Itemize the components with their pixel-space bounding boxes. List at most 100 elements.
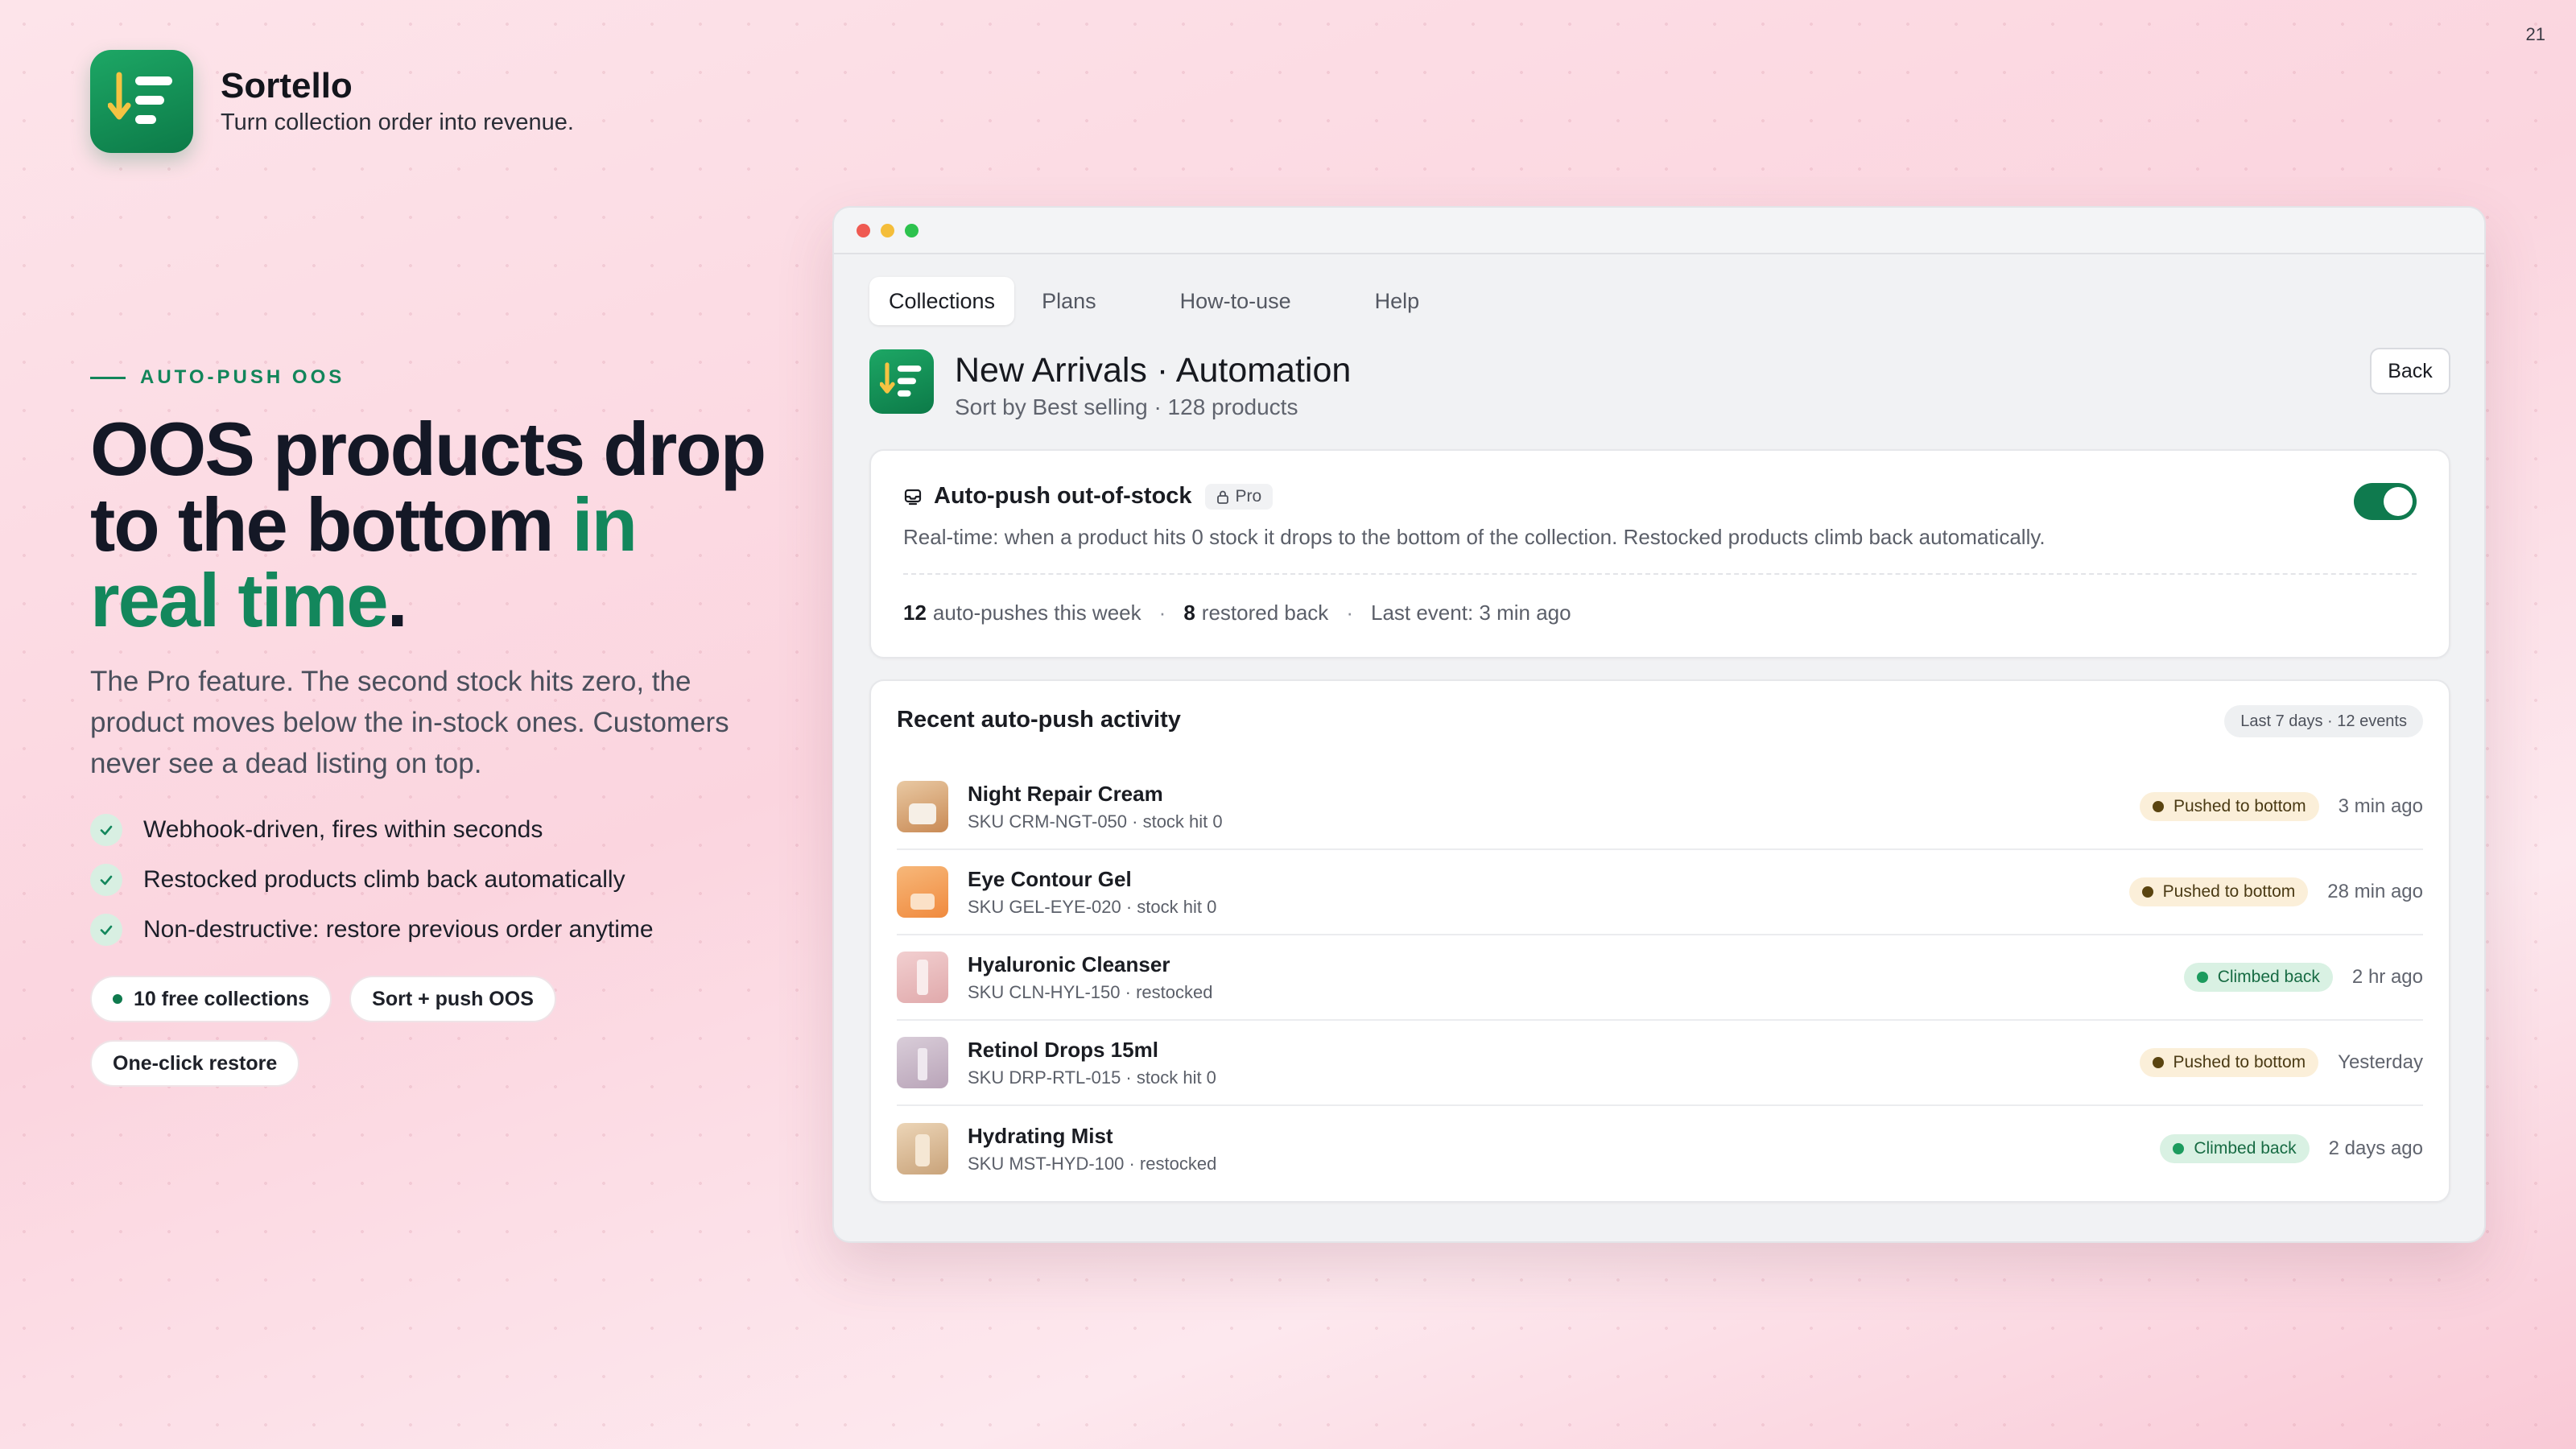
activity-row[interactable]: Retinol Drops 15ml SKU DRP-RTL-015 · sto… (897, 1021, 2423, 1106)
feature-item: Restocked products climb back automatica… (90, 855, 782, 905)
product-sku: SKU CRM-NGT-050 · stock hit 0 (968, 811, 1223, 832)
activity-title: Recent auto-push activity (897, 707, 1181, 733)
product-thumbnail (897, 781, 948, 832)
window-maximize-button[interactable] (905, 223, 919, 237)
auto-push-settings-card: Auto-push out-of-stock Pro Real-time: wh… (869, 449, 2450, 658)
event-time: 3 min ago (2338, 795, 2423, 817)
lock-icon (1216, 489, 1229, 504)
brand-header: Sortello Turn collection order into reve… (90, 50, 574, 153)
pro-badge: Pro (1204, 483, 1274, 510)
activity-row[interactable]: Hyaluronic Cleanser SKU CLN-HYL-150 · re… (897, 935, 2423, 1021)
feature-label: Non-destructive: restore previous order … (143, 916, 654, 943)
product-name: Night Repair Cream (968, 781, 1163, 806)
status-dot-icon (2196, 972, 2208, 983)
back-button[interactable]: Back (2370, 348, 2450, 394)
eyebrow-label: AUTO-PUSH OOS (140, 366, 345, 388)
pill-sort-push: Sort + push OOS (349, 976, 556, 1022)
status-label: Pushed to bottom (2162, 882, 2296, 901)
auto-push-title: Auto-push out-of-stock Pro (903, 483, 1274, 510)
headline: OOS products drop to the bottom in real … (90, 411, 782, 638)
activity-row[interactable]: Hydrating Mist SKU MST-HYD-100 · restock… (897, 1106, 2423, 1191)
status-badge: Pushed to bottom (2139, 1048, 2319, 1077)
activity-card: Recent auto-push activity Last 7 days · … (869, 679, 2450, 1203)
pill-label: One-click restore (113, 1051, 278, 1075)
headline-end: . (386, 558, 408, 642)
feature-item: Non-destructive: restore previous order … (90, 905, 782, 955)
page-header: New Arrivals · Automation Sort by Best s… (869, 345, 2450, 419)
status-dot-icon (2173, 1143, 2185, 1154)
status-dot-icon (2152, 801, 2164, 812)
event-time: Yesterday (2338, 1051, 2423, 1073)
green-dot-icon (113, 994, 122, 1004)
stat-restored-label: restored back (1201, 601, 1329, 625)
check-icon (90, 914, 122, 946)
activity-range-badge: Last 7 days · 12 events (2224, 705, 2423, 737)
activity-row[interactable]: Night Repair Cream SKU CRM-NGT-050 · sto… (897, 765, 2423, 850)
stat-restored-value: 8 (1183, 601, 1195, 625)
pill-label: 10 free collections (134, 987, 310, 1010)
dashed-divider (903, 573, 2417, 575)
tab-help[interactable]: Help (1356, 277, 1439, 325)
event-time: 28 min ago (2327, 881, 2423, 902)
product-name: Eye Contour Gel (968, 866, 1132, 891)
feature-list: Webhook-driven, fires within seconds Res… (90, 805, 782, 955)
product-name: Retinol Drops 15ml (968, 1037, 1158, 1062)
sortello-logo-icon (90, 50, 193, 153)
product-thumbnail (897, 866, 948, 918)
product-thumbnail (897, 1123, 948, 1174)
page-title: New Arrivals · Automation (955, 351, 1352, 390)
window-minimize-button[interactable] (881, 223, 894, 237)
product-name: Hyaluronic Cleanser (968, 952, 1170, 976)
page-number: 21 (2525, 24, 2545, 44)
status-dot-icon (2152, 1057, 2164, 1068)
event-time: 2 hr ago (2351, 966, 2423, 988)
toggle-knob (2384, 487, 2413, 516)
window-close-button[interactable] (857, 223, 870, 237)
product-name: Hydrating Mist (968, 1123, 1113, 1148)
stat-separator: · (1346, 601, 1353, 625)
check-icon (90, 864, 122, 896)
window-titlebar (834, 208, 2484, 254)
stat-pushes-value: 12 (903, 601, 927, 625)
stat-separator: · (1158, 601, 1166, 625)
eyebrow: AUTO-PUSH OOS (90, 366, 782, 389)
product-sku: SKU CLN-HYL-150 · restocked (968, 981, 1213, 1002)
lead-paragraph: The Pro feature. The second stock hits z… (90, 666, 729, 779)
product-sku: SKU DRP-RTL-015 · stock hit 0 (968, 1067, 1216, 1088)
activity-row[interactable]: Eye Contour Gel SKU GEL-EYE-020 · stock … (897, 850, 2423, 935)
pill-free-collections: 10 free collections (90, 976, 332, 1022)
feature-label: Restocked products climb back automatica… (143, 866, 625, 893)
pro-badge-label: Pro (1235, 486, 1262, 506)
product-sku: SKU MST-HYD-100 · restocked (968, 1153, 1217, 1174)
eyebrow-line (90, 376, 126, 379)
tab-collections[interactable]: Collections (869, 277, 1015, 325)
status-label: Climbed back (2194, 1139, 2297, 1158)
auto-push-toggle[interactable] (2354, 483, 2417, 520)
auto-push-stats: 12 auto-pushes this week · 8 restored ba… (903, 601, 1571, 625)
event-time: 2 days ago (2328, 1137, 2423, 1159)
feature-item: Webhook-driven, fires within seconds (90, 805, 782, 855)
status-badge: Climbed back (2160, 1134, 2310, 1163)
product-thumbnail (897, 1037, 948, 1088)
product-thumbnail (897, 952, 948, 1003)
app-logo-icon (869, 349, 934, 414)
nav-tabs: Collections Plans How-to-use Help (869, 277, 2450, 325)
product-sku: SKU GEL-EYE-020 · stock hit 0 (968, 896, 1217, 917)
status-dot-icon (2141, 886, 2153, 898)
status-badge: Climbed back (2183, 963, 2333, 992)
hero-section: AUTO-PUSH OOS OOS products drop to the b… (90, 366, 782, 1087)
status-label: Pushed to bottom (2173, 797, 2306, 815)
feature-pills: 10 free collections Sort + push OOS One-… (90, 976, 654, 1087)
tab-how-to-use[interactable]: How-to-use (1161, 277, 1311, 325)
app-window: Collections Plans How-to-use Help New Ar… (832, 206, 2486, 1243)
tab-plans[interactable]: Plans (1022, 277, 1116, 325)
status-label: Pushed to bottom (2173, 1053, 2306, 1071)
brand-tagline: Turn collection order into revenue. (221, 109, 574, 135)
inbox-tray-icon (903, 487, 923, 506)
stat-pushes-label: auto-pushes this week (932, 601, 1141, 625)
check-icon (90, 814, 122, 846)
brand-name: Sortello (221, 66, 353, 106)
headline-main: OOS products drop to the bottom (90, 407, 766, 567)
page-subtitle: Sort by Best selling · 128 products (955, 394, 1298, 419)
app-content: Collections Plans How-to-use Help New Ar… (869, 277, 2450, 1203)
